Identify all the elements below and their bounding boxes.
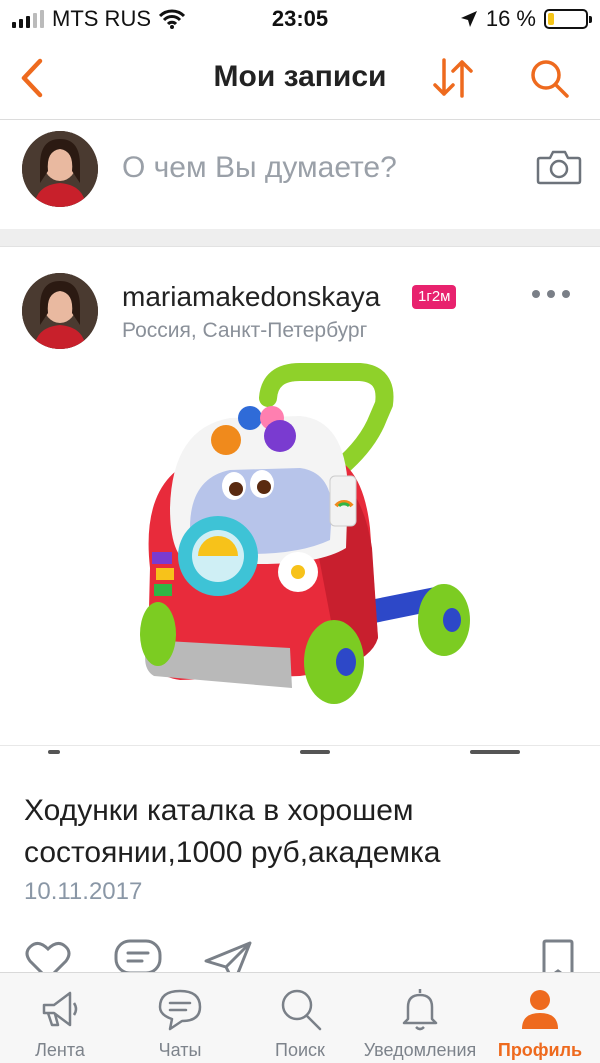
wifi-icon (159, 9, 185, 29)
tab-chats[interactable]: Чаты (120, 973, 240, 1063)
back-button[interactable] (14, 56, 54, 100)
post-text: Ходунки каталка в хорошем состоянии,1000… (24, 794, 441, 869)
signal-icon (12, 10, 44, 28)
search-icon (281, 989, 322, 1031)
baby-walker-image (140, 363, 470, 704)
tab-profile-label: Профиль (497, 1040, 583, 1060)
status-left: MTS RUS (12, 6, 185, 32)
post-date: 10.11.2017 (24, 878, 143, 905)
page-title: Мои записи (213, 60, 387, 93)
chevron-left-icon (21, 58, 43, 98)
battery-percent: 16 % (485, 6, 536, 31)
post-author-name[interactable]: mariamakedonskaya (122, 281, 380, 313)
sort-arrows-icon (433, 58, 473, 98)
comment-icon[interactable] (114, 939, 162, 975)
post-header: mariamakedonskaya 1г2м Россия, Санкт-Пет… (0, 248, 600, 358)
tab-notifications[interactable]: Уведомления (360, 973, 480, 1063)
tab-search[interactable]: Поиск (240, 973, 360, 1063)
profile-icon (522, 990, 558, 1029)
more-options-button[interactable] (528, 286, 574, 302)
nav-header: Мои записи (0, 38, 600, 120)
post-location: Россия, Санкт-Петербург (122, 319, 368, 342)
tab-notifications-label: Уведомления (363, 1040, 477, 1060)
bell-icon (402, 989, 438, 1031)
status-bar: MTS RUS 23:05 16 % (0, 0, 600, 38)
post-image[interactable] (0, 358, 600, 748)
tab-search-label: Поиск (275, 1040, 325, 1060)
tab-chats-label: Чаты (158, 1040, 202, 1060)
carrier-name: MTS RUS (52, 6, 151, 31)
post-age-badge: 1г2м (412, 285, 457, 309)
image-strip (0, 745, 600, 759)
megaphone-icon (42, 991, 78, 1027)
tab-feed[interactable]: Лента (0, 973, 120, 1063)
tab-feed-label: Лента (35, 1040, 85, 1060)
sort-button[interactable] (430, 56, 476, 100)
like-icon[interactable] (24, 939, 72, 975)
bottom-tab-bar: Лента Чаты Поиск Уведомления Профиль (0, 972, 600, 1063)
search-icon (531, 60, 569, 98)
composer-placeholder[interactable]: О чем Вы думаете? (122, 151, 397, 185)
chat-bubble-icon (158, 989, 202, 1031)
bookmark-icon[interactable] (540, 939, 576, 975)
tab-profile[interactable]: Профиль (480, 973, 600, 1063)
camera-icon (536, 150, 582, 185)
post-actions (0, 935, 600, 975)
post-composer[interactable]: О чем Вы думаете? (0, 121, 600, 229)
author-avatar[interactable] (22, 273, 98, 349)
share-icon[interactable] (204, 941, 252, 975)
avatar (22, 131, 98, 207)
location-arrow-icon (460, 11, 477, 27)
status-right: 16 % (460, 6, 592, 32)
battery-fill (548, 13, 554, 25)
search-button[interactable] (526, 56, 572, 100)
camera-button[interactable] (536, 147, 582, 187)
feed-separator (0, 229, 600, 247)
battery-icon (544, 9, 592, 29)
